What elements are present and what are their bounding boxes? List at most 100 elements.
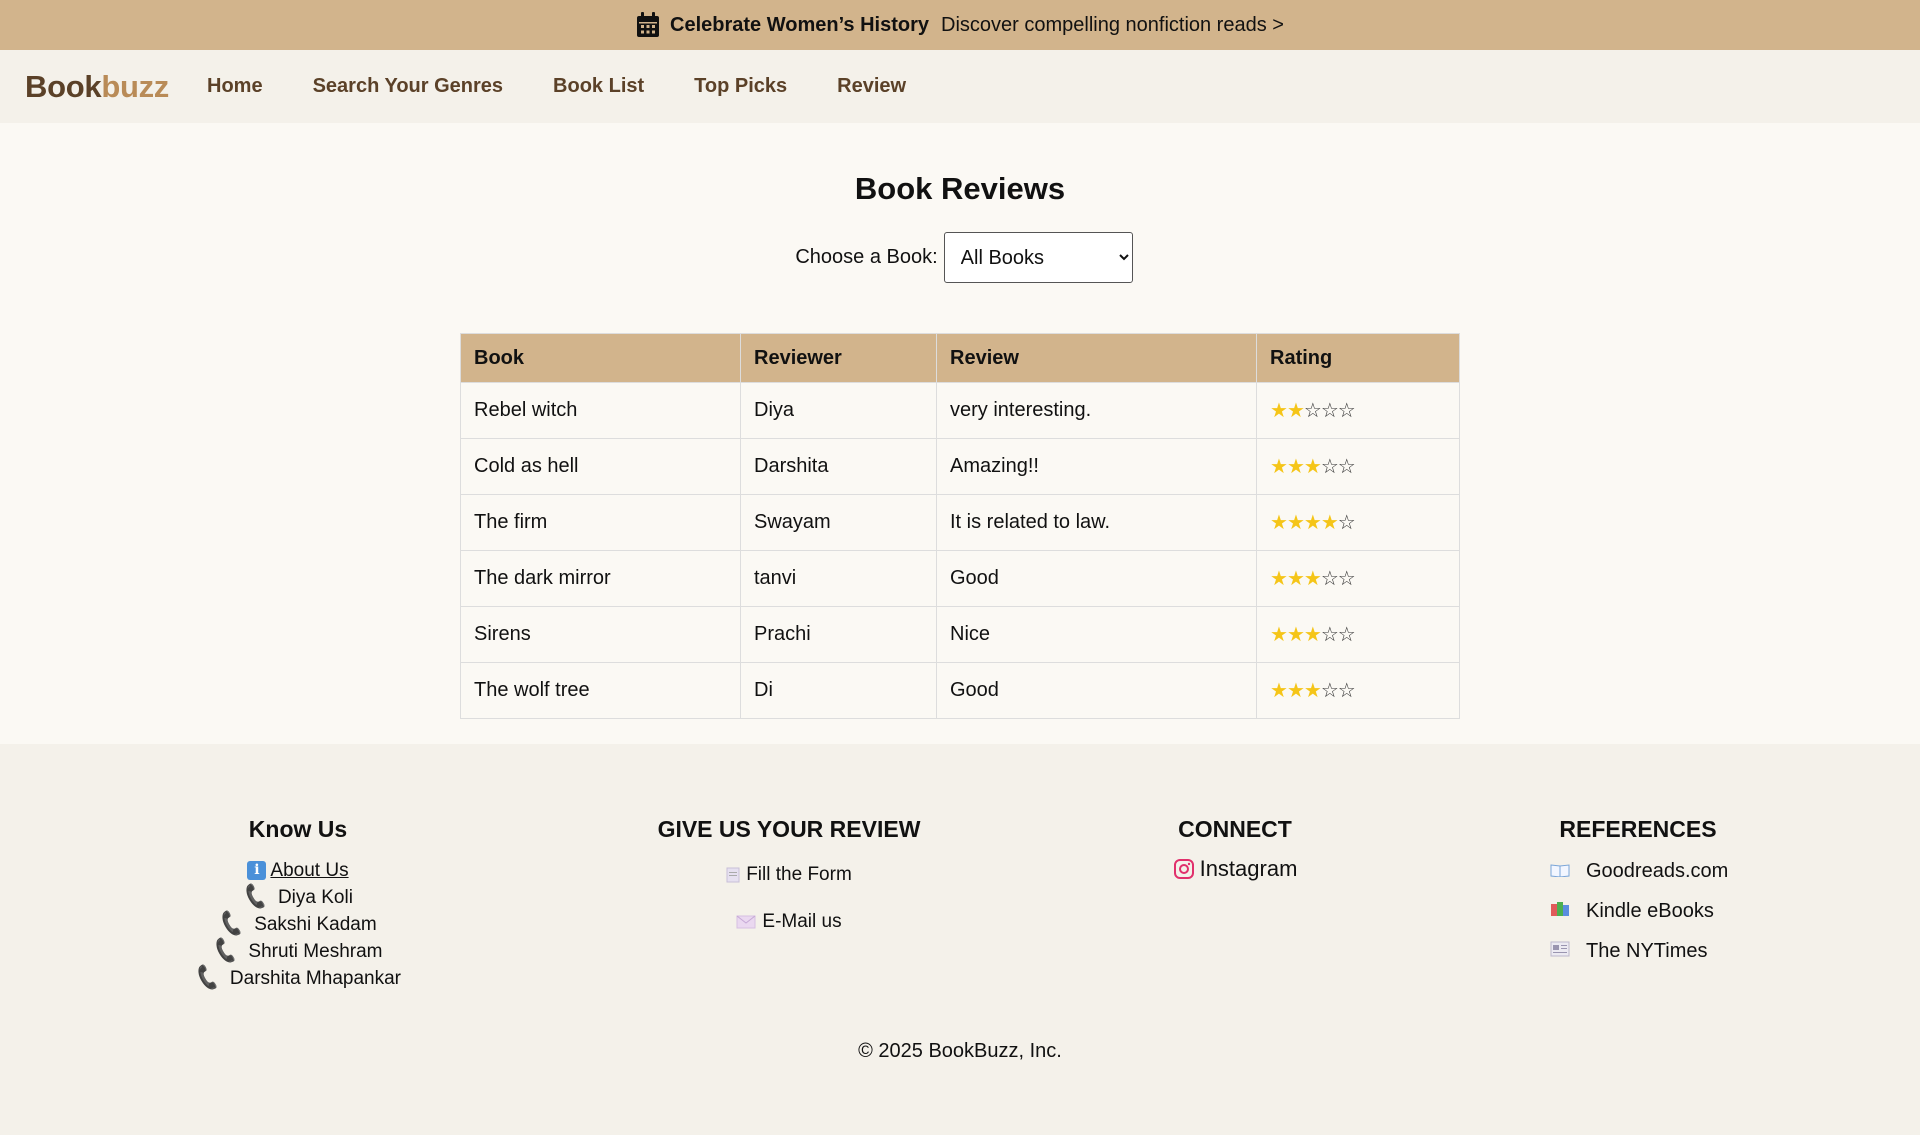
instagram-link[interactable]: Instagram — [1135, 855, 1335, 882]
announcement-bar: Celebrate Women’s History Discover compe… — [0, 0, 1920, 50]
email-label: E-Mail us — [762, 911, 842, 932]
email-link[interactable]: E-Mail us — [589, 908, 989, 935]
cell-reviewer: Swayam — [740, 494, 937, 551]
header-book: Book — [460, 333, 741, 383]
cell-book: Cold as hell — [460, 438, 741, 495]
book-chooser-label: Choose a Book: — [795, 246, 938, 268]
star-filled-icon: ★ — [1270, 568, 1288, 590]
top-nav: Bookbuzz Home Search Your Genres Book Li… — [0, 50, 1920, 123]
header-reviewer: Reviewer — [740, 333, 937, 383]
cell-book: The firm — [460, 494, 741, 551]
star-empty-icon: ☆ — [1337, 624, 1356, 646]
cell-rating: ★★★★☆ — [1256, 494, 1460, 551]
reference-label: The NYTimes — [1586, 939, 1708, 962]
footer-know-us: Know Us i About Us 📞 Diya Koli 📞 Sakshi Ka… — [148, 816, 448, 992]
footer-references: REFERENCES Goodreads.com Kindle eBooks T… — [1538, 816, 1738, 971]
star-filled-icon: ★ — [1303, 680, 1322, 702]
book-chooser: Choose a Book: All Books — [0, 232, 1920, 283]
reference-kindle[interactable]: Kindle eBooks — [1550, 891, 1738, 931]
footer-connect: CONNECT Instagram — [1135, 816, 1335, 882]
phone-icon: 📞 — [240, 883, 271, 911]
star-filled-icon: ★ — [1303, 624, 1322, 646]
contact-line: 📞 Darshita Mhapankar — [148, 964, 448, 992]
cell-rating: ★★★☆☆ — [1256, 438, 1460, 495]
star-empty-icon: ☆ — [1320, 624, 1339, 646]
cell-review: It is related to law. — [936, 494, 1257, 551]
star-rating: ★★☆☆☆ — [1270, 400, 1356, 422]
contact-name: Shruti Meshram — [248, 941, 383, 962]
phone-icon: 📞 — [192, 964, 223, 992]
cell-reviewer: Prachi — [740, 606, 937, 663]
fill-form-link[interactable]: Fill the Form — [589, 861, 989, 888]
cell-book: The wolf tree — [460, 662, 741, 719]
cell-rating: ★★★☆☆ — [1256, 662, 1460, 719]
announcement-link[interactable]: Discover compelling nonfiction reads > — [941, 14, 1284, 37]
table-row: The dark mirror tanvi Good ★★★☆☆ — [460, 550, 1460, 607]
reviews-table: Book Reviewer Review Rating Rebel witch D… — [460, 333, 1460, 719]
table-row: Sirens Prachi Nice ★★★☆☆ — [460, 606, 1460, 663]
cell-review: Good — [936, 550, 1257, 607]
star-empty-icon: ☆ — [1337, 568, 1356, 590]
cell-book: Rebel witch — [460, 382, 741, 439]
star-rating: ★★★☆☆ — [1270, 680, 1356, 702]
cell-reviewer: Di — [740, 662, 937, 719]
logo-part2: buzz — [101, 68, 169, 104]
nav-book-list[interactable]: Book List — [528, 75, 669, 98]
star-filled-icon: ★ — [1286, 624, 1305, 646]
star-filled-icon: ★ — [1303, 568, 1322, 590]
review-title: GIVE US YOUR REVIEW — [657, 816, 921, 842]
copyright: © 2025 BookBuzz, Inc. — [858, 1040, 1062, 1062]
nav-review[interactable]: Review — [812, 75, 931, 98]
star-filled-icon: ★ — [1270, 680, 1288, 702]
books-icon — [1550, 900, 1574, 923]
cell-rating: ★★☆☆☆ — [1256, 382, 1460, 439]
star-rating: ★★★☆☆ — [1270, 456, 1356, 478]
nav-top-picks[interactable]: Top Picks — [669, 75, 812, 98]
book-select[interactable]: All Books — [943, 232, 1133, 283]
star-empty-icon: ☆ — [1337, 680, 1356, 702]
references-title: REFERENCES — [1559, 816, 1717, 842]
star-rating: ★★★☆☆ — [1270, 624, 1356, 646]
table-row: Cold as hell Darshita Amazing!! ★★★☆☆ — [460, 438, 1460, 495]
footer-review: GIVE US YOUR REVIEW Fill the Form E-Mail… — [589, 816, 989, 935]
cell-book: Sirens — [460, 606, 741, 663]
star-filled-icon: ★ — [1303, 456, 1322, 478]
logo-part1: Book — [25, 68, 102, 104]
announcement-title: Celebrate Women’s History — [670, 13, 929, 36]
header-review: Review — [936, 333, 1257, 383]
star-filled-icon: ★ — [1303, 512, 1322, 534]
star-filled-icon: ★ — [1286, 456, 1305, 478]
table-row: Rebel witch Diya very interesting. ★★☆☆☆ — [460, 382, 1460, 439]
nav-search-genres[interactable]: Search Your Genres — [288, 75, 528, 98]
star-empty-icon: ☆ — [1320, 456, 1339, 478]
reference-goodreads[interactable]: Goodreads.com — [1550, 851, 1738, 891]
nav-home[interactable]: Home — [182, 75, 288, 98]
contact-name: Darshita Mhapankar — [229, 968, 401, 989]
document-icon — [726, 867, 740, 882]
contact-name: Diya Koli — [277, 887, 353, 908]
info-icon: i — [247, 861, 267, 880]
star-filled-icon: ★ — [1270, 512, 1288, 534]
connect-title: CONNECT — [1178, 816, 1292, 842]
table-row: The firm Swayam It is related to law. ★★★★☆ — [460, 494, 1460, 551]
cell-review: very interesting. — [936, 382, 1257, 439]
reference-nytimes[interactable]: The NYTimes — [1550, 931, 1738, 971]
star-filled-icon: ★ — [1286, 400, 1305, 422]
star-filled-icon: ★ — [1286, 680, 1305, 702]
star-filled-icon: ★ — [1270, 400, 1288, 422]
cell-review: Amazing!! — [936, 438, 1257, 495]
contact-line: 📞 Sakshi Kadam — [148, 910, 448, 938]
logo[interactable]: Bookbuzz — [25, 69, 169, 105]
star-filled-icon: ★ — [1270, 624, 1288, 646]
envelope-icon — [736, 915, 756, 928]
open-book-icon — [1550, 860, 1574, 883]
instagram-icon — [1173, 858, 1194, 879]
cell-rating: ★★★☆☆ — [1256, 550, 1460, 607]
about-us-link[interactable]: About Us — [270, 857, 348, 884]
star-filled-icon: ★ — [1286, 568, 1305, 590]
phone-icon: 📞 — [211, 937, 241, 965]
newspaper-icon — [1550, 940, 1574, 963]
contact-name: Sakshi Kadam — [254, 914, 377, 935]
cell-reviewer: Diya — [740, 382, 937, 439]
star-rating: ★★★★☆ — [1270, 512, 1356, 534]
